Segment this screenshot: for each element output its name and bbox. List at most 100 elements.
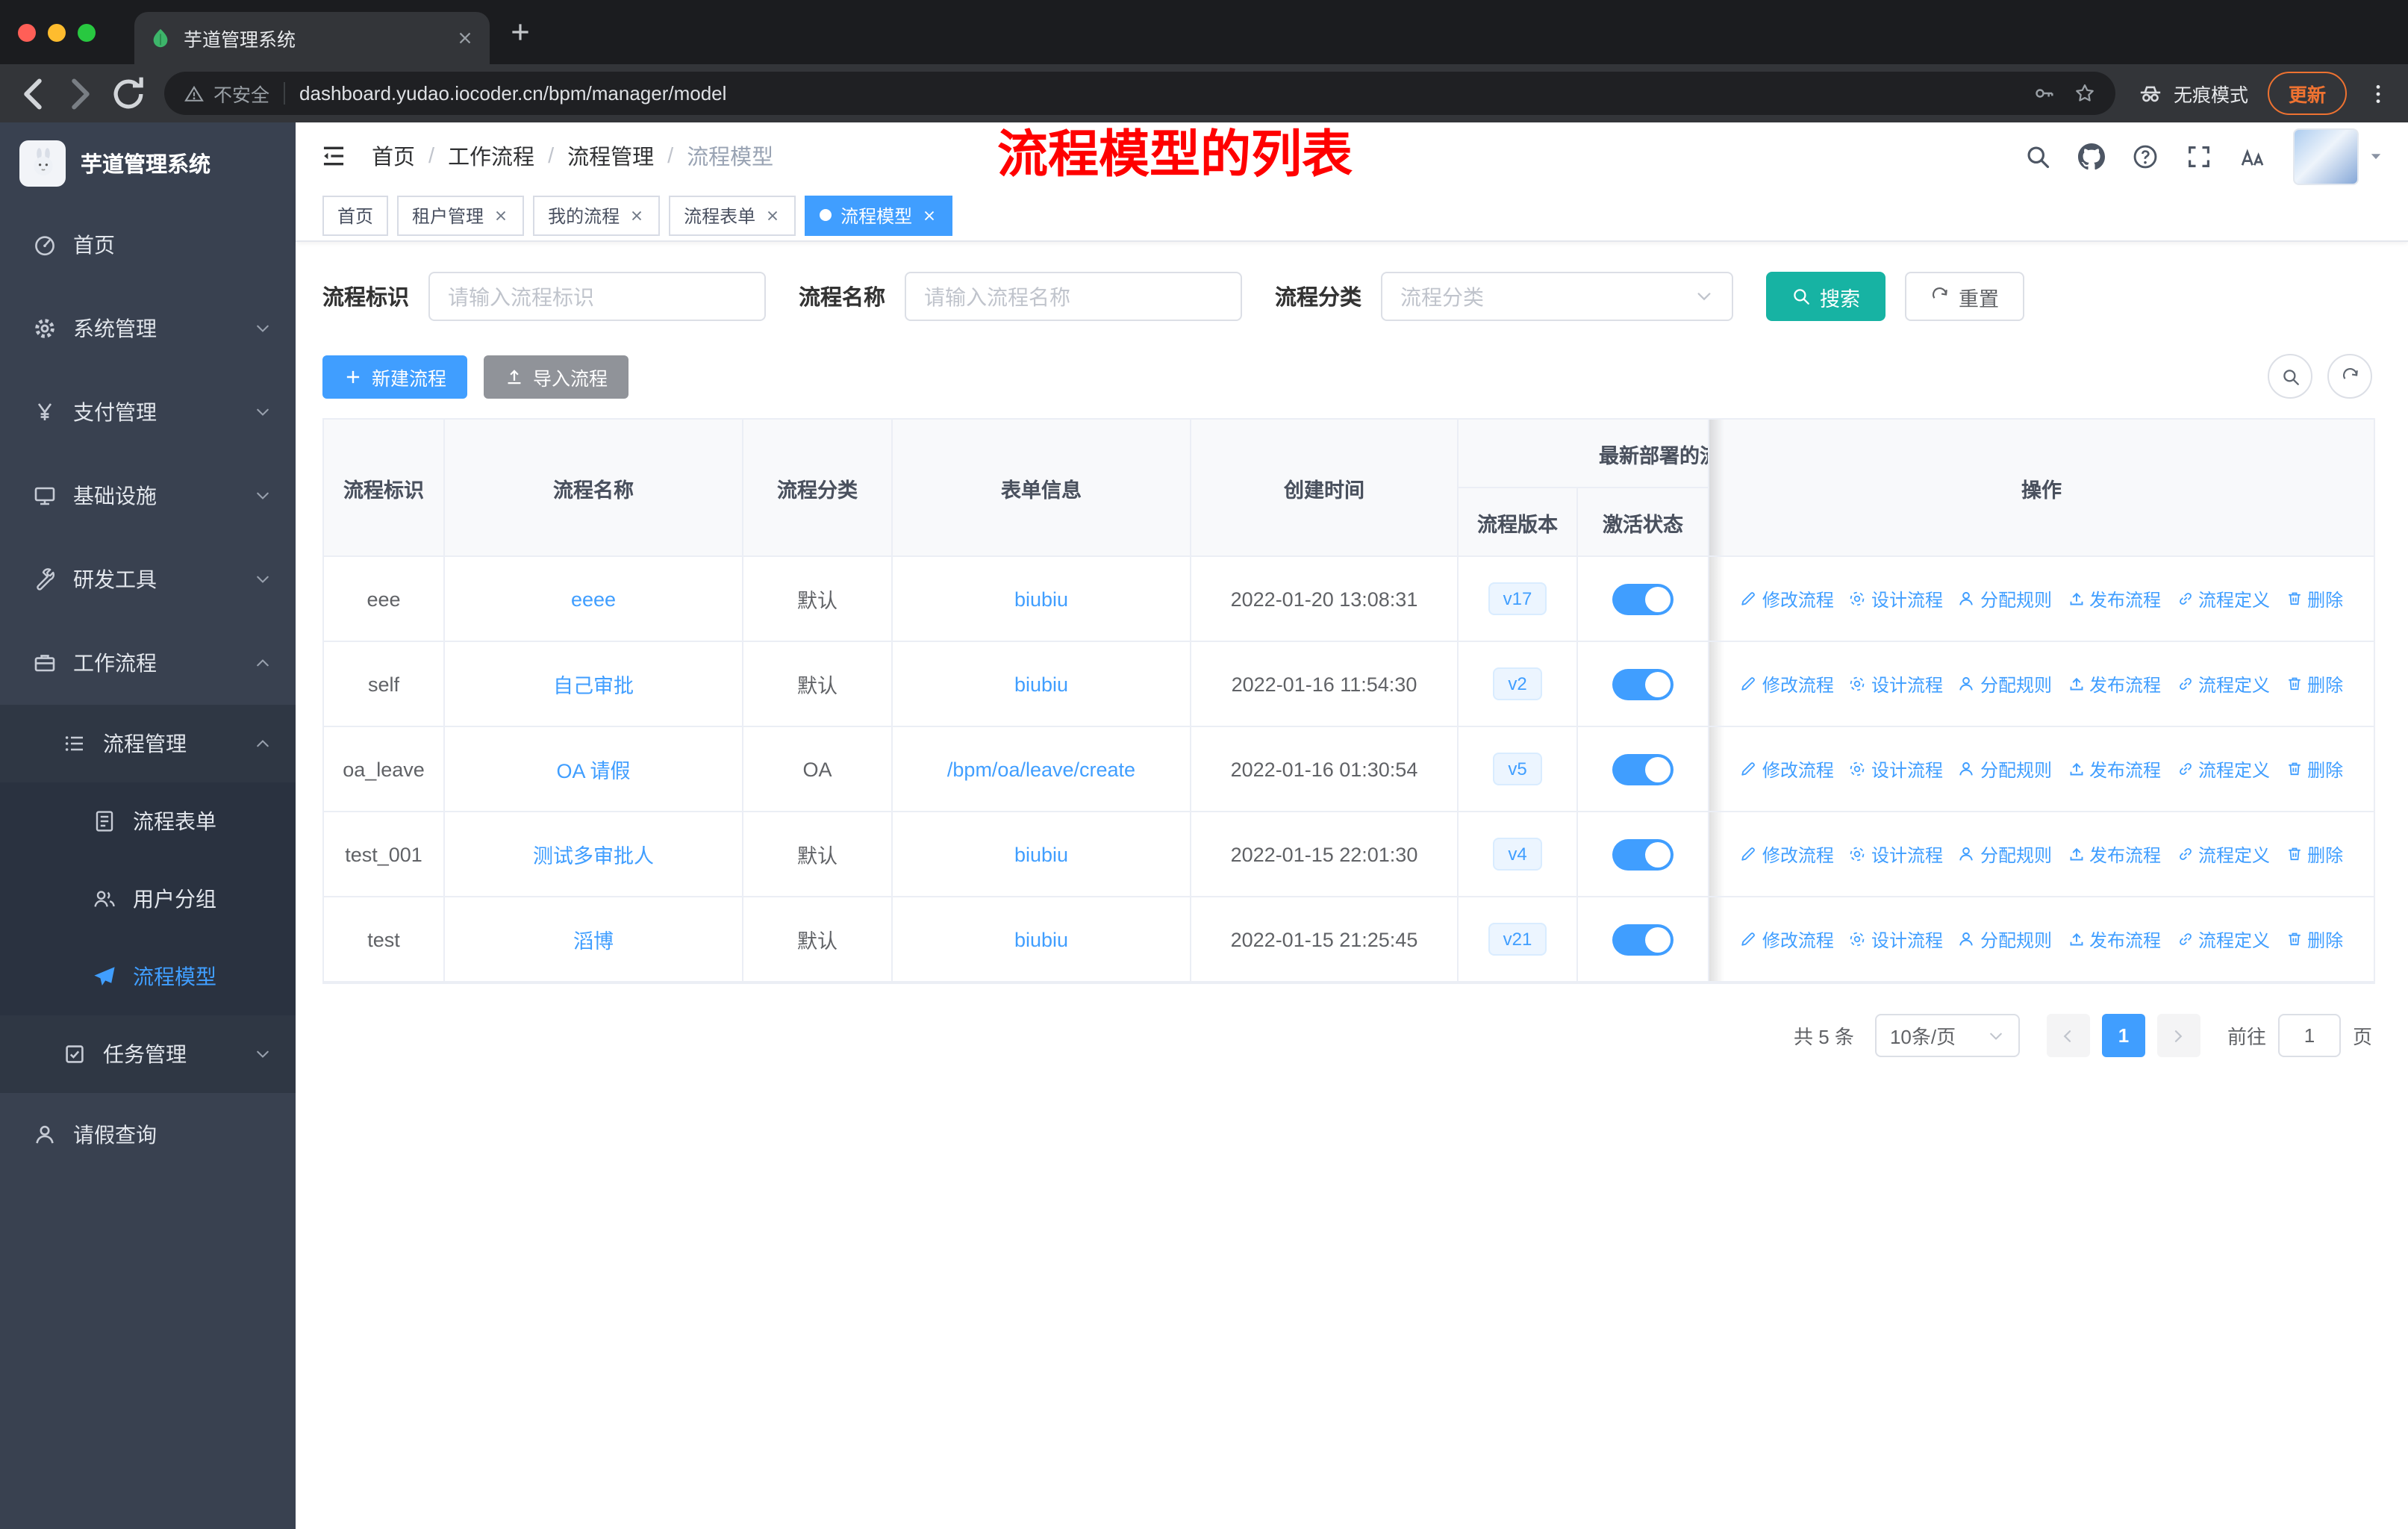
font-size-icon[interactable] [2239, 143, 2266, 169]
activation-toggle[interactable] [1612, 924, 1674, 955]
goto-page-input[interactable] [2277, 1014, 2341, 1057]
delete-action-link[interactable]: 删除 [2285, 841, 2343, 867]
publish-action-link[interactable]: 发布流程 [2067, 756, 2161, 782]
design-action-link[interactable]: 设计流程 [1849, 927, 1943, 952]
edit-action-link[interactable]: 修改流程 [1740, 756, 1834, 782]
close-window-button[interactable] [18, 23, 36, 41]
password-key-icon[interactable] [2033, 82, 2056, 105]
search-button[interactable]: 搜索 [1766, 272, 1885, 321]
process-name-link[interactable]: 滔博 [573, 930, 614, 953]
back-button[interactable] [12, 72, 54, 114]
design-action-link[interactable]: 设计流程 [1849, 671, 1943, 697]
assign-action-link[interactable]: 分配规则 [1958, 756, 2052, 782]
edit-action-link[interactable]: 修改流程 [1740, 671, 1834, 697]
activation-toggle[interactable] [1612, 753, 1674, 785]
minimize-window-button[interactable] [48, 23, 66, 41]
design-action-link[interactable]: 设计流程 [1849, 586, 1943, 611]
url-text[interactable]: dashboard.yudao.iocoder.cn/bpm/manager/m… [299, 82, 726, 105]
close-tag-icon[interactable] [628, 207, 645, 223]
assign-action-link[interactable]: 分配规则 [1958, 586, 2052, 611]
activation-toggle[interactable] [1612, 838, 1674, 870]
form-info-link[interactable]: biubiu [1014, 928, 1068, 950]
close-tag-icon[interactable] [921, 207, 938, 223]
assign-action-link[interactable]: 分配规则 [1958, 841, 2052, 867]
sidebar-item-person[interactable]: 请假查询 [0, 1093, 296, 1177]
sidebar-item-infra[interactable]: 基础设施 [0, 454, 296, 538]
process-name-link[interactable]: eeee [571, 588, 616, 610]
sidebar-item-list[interactable]: 流程管理 [0, 705, 296, 782]
form-info-link[interactable]: biubiu [1014, 843, 1068, 865]
tag-view[interactable]: 流程模型 [805, 195, 953, 235]
import-process-button[interactable]: 导入流程 [484, 355, 629, 398]
close-tag-icon[interactable] [493, 207, 509, 223]
sidebar-fold-icon[interactable] [319, 142, 348, 170]
tag-view[interactable]: 我的流程 [533, 195, 661, 235]
security-warning-icon[interactable] [184, 83, 205, 104]
publish-action-link[interactable]: 发布流程 [2067, 586, 2161, 611]
update-button[interactable]: 更新 [2267, 72, 2347, 115]
process-name-input[interactable] [905, 272, 1242, 321]
define-action-link[interactable]: 流程定义 [2176, 841, 2270, 867]
browser-tab[interactable]: 芋道管理系统 [134, 12, 490, 64]
browser-menu-icon[interactable] [2366, 81, 2390, 105]
sidebar-item-user-group[interactable]: 用户分组 [0, 860, 296, 938]
user-menu[interactable] [2293, 128, 2384, 184]
sidebar-item-paper-plane[interactable]: 流程模型 [0, 938, 296, 1015]
design-action-link[interactable]: 设计流程 [1849, 756, 1943, 782]
design-action-link[interactable]: 设计流程 [1849, 841, 1943, 867]
github-icon[interactable] [2078, 143, 2105, 169]
process-key-input[interactable] [428, 272, 766, 321]
address-bar[interactable]: 不安全 dashboard.yudao.iocoder.cn/bpm/manag… [164, 72, 2115, 115]
sidebar-item-briefcase[interactable]: 工作流程 [0, 621, 296, 705]
zoom-window-button[interactable] [78, 23, 96, 41]
search-icon[interactable] [2024, 143, 2051, 169]
next-page-button[interactable] [2156, 1014, 2200, 1057]
create-process-button[interactable]: 新建流程 [322, 355, 468, 398]
activation-toggle[interactable] [1612, 583, 1674, 614]
sidebar-item-task[interactable]: 任务管理 [0, 1015, 296, 1093]
form-info-link[interactable]: /bpm/oa/leave/create [947, 758, 1135, 780]
close-tag-icon[interactable] [764, 207, 781, 223]
delete-action-link[interactable]: 删除 [2285, 586, 2343, 611]
form-info-link[interactable]: biubiu [1014, 588, 1068, 610]
process-name-link[interactable]: OA 请假 [556, 760, 630, 782]
reload-button[interactable] [107, 72, 149, 114]
reset-button[interactable]: 重置 [1905, 272, 2024, 321]
assign-action-link[interactable]: 分配规则 [1958, 671, 2052, 697]
page-number-button[interactable]: 1 [2101, 1014, 2145, 1057]
activation-toggle[interactable] [1612, 668, 1674, 700]
delete-action-link[interactable]: 删除 [2285, 927, 2343, 952]
publish-action-link[interactable]: 发布流程 [2067, 841, 2161, 867]
sidebar-item-tools[interactable]: 研发工具 [0, 538, 296, 621]
edit-action-link[interactable]: 修改流程 [1740, 927, 1834, 952]
prev-page-button[interactable] [2046, 1014, 2090, 1057]
breadcrumb-item[interactable]: 工作流程 [448, 140, 534, 172]
new-tab-button[interactable] [508, 19, 533, 45]
edit-action-link[interactable]: 修改流程 [1740, 586, 1834, 611]
process-name-link[interactable]: 测试多审批人 [533, 845, 654, 868]
assign-action-link[interactable]: 分配规则 [1958, 927, 2052, 952]
define-action-link[interactable]: 流程定义 [2176, 586, 2270, 611]
tag-view[interactable]: 租户管理 [397, 195, 525, 235]
refresh-table-button[interactable] [2327, 354, 2372, 399]
breadcrumb-item[interactable]: 流程管理 [567, 140, 654, 172]
forward-button[interactable] [60, 72, 102, 114]
help-icon[interactable] [2132, 143, 2159, 169]
tag-view[interactable]: 首页 [322, 195, 389, 235]
process-name-link[interactable]: 自己审批 [553, 675, 634, 697]
delete-action-link[interactable]: 删除 [2285, 756, 2343, 782]
define-action-link[interactable]: 流程定义 [2176, 927, 2270, 952]
sidebar-item-form[interactable]: 流程表单 [0, 782, 296, 860]
sidebar-item-gear[interactable]: 系统管理 [0, 287, 296, 370]
toggle-search-button[interactable] [2268, 354, 2312, 399]
page-size-select[interactable]: 10条/页 [1874, 1014, 2020, 1057]
close-tab-icon[interactable] [455, 28, 475, 48]
app-logo[interactable]: 芋道管理系统 [0, 122, 296, 203]
publish-action-link[interactable]: 发布流程 [2067, 671, 2161, 697]
category-select[interactable]: 流程分类 [1381, 272, 1733, 321]
define-action-link[interactable]: 流程定义 [2176, 671, 2270, 697]
bookmark-star-icon[interactable] [2074, 82, 2096, 105]
security-label[interactable]: 不安全 [213, 79, 269, 108]
define-action-link[interactable]: 流程定义 [2176, 756, 2270, 782]
breadcrumb-item[interactable]: 首页 [372, 140, 415, 172]
